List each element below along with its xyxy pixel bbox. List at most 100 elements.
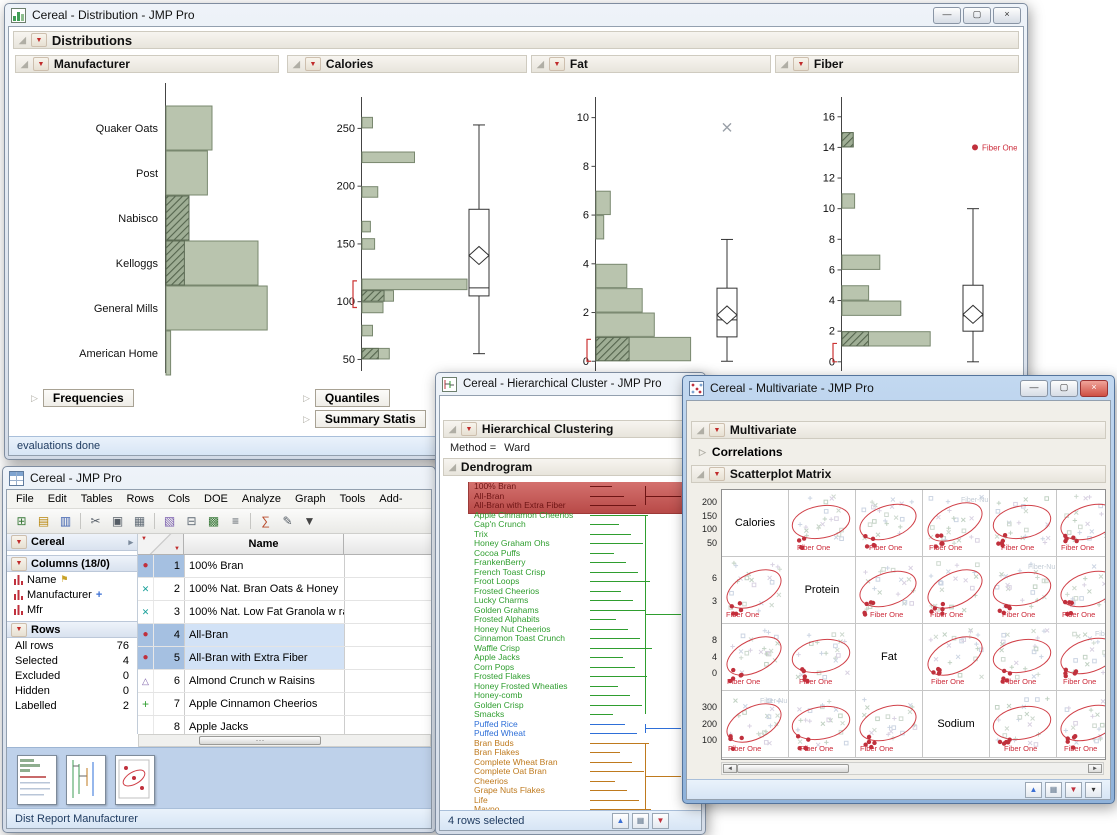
matrix-diagonal-cell[interactable]: Fat bbox=[856, 624, 923, 691]
row-name-cell[interactable]: All-Bran with Extra Fiber bbox=[185, 647, 345, 669]
table-titlebar[interactable]: Cereal - JMP Pro bbox=[3, 467, 435, 489]
dendrogram-leaves[interactable]: 100% BranAll-BranAll-Bran with Extra Fib… bbox=[440, 482, 701, 810]
matrix-scatter-cell[interactable]: Fiber One bbox=[923, 557, 990, 624]
row-name-cell[interactable]: Almond Crunch w Raisins bbox=[185, 670, 345, 692]
dendrogram-leaf[interactable]: Froot Loops bbox=[474, 577, 519, 586]
dendrogram-leaf[interactable]: Grape Nuts Flakes bbox=[474, 786, 545, 795]
matrix-scatter-cell[interactable]: Fiber One bbox=[789, 490, 856, 557]
calories-header[interactable]: ◢ ▼ Calories bbox=[287, 55, 527, 73]
matrix-scatter-cell[interactable]: Fiber One bbox=[1057, 557, 1106, 624]
disclosure-open-icon[interactable]: ◢ bbox=[781, 60, 788, 69]
dendrogram-leaf[interactable]: 100% Bran bbox=[474, 482, 516, 491]
red-triangle-status-icon[interactable]: ▼ bbox=[652, 813, 669, 829]
disclosure-closed-icon[interactable]: ▷ bbox=[31, 394, 38, 403]
manufacturer-chart[interactable]: Quaker OatsPostNabiscoKelloggsGeneral Mi… bbox=[15, 73, 279, 386]
dendrogram-leaf[interactable]: Honey Graham Ohs bbox=[474, 539, 550, 548]
maximize-button[interactable]: ▢ bbox=[1050, 380, 1078, 397]
disclosure-open-icon[interactable]: ◢ bbox=[697, 470, 704, 479]
row-name-cell[interactable]: 100% Nat. Low Fat Granola w raisi bbox=[185, 601, 345, 623]
row-stat-excluded[interactable]: Excluded0 bbox=[7, 668, 137, 683]
fiber-header[interactable]: ◢ ▼ Fiber bbox=[775, 55, 1019, 73]
dendrogram-leaf[interactable]: Lucky Charms bbox=[474, 596, 528, 605]
dendrogram-leaf[interactable]: Cinnamon Toast Crunch bbox=[474, 634, 565, 643]
matrix-scatter-cell[interactable]: Fiber One bbox=[856, 490, 923, 557]
close-button[interactable]: × bbox=[993, 7, 1021, 24]
calories-chart[interactable]: 50100150200250 bbox=[287, 73, 527, 386]
menu-cols[interactable]: Cols bbox=[168, 493, 190, 505]
scroll-right-arrow[interactable]: ► bbox=[1088, 764, 1102, 773]
dendrogram-leaf[interactable]: Smacks bbox=[474, 710, 504, 719]
multivariate-titlebar[interactable]: Cereal - Multivariate - JMP Pro — ▢ × bbox=[683, 376, 1114, 400]
matrix-scatter-cell[interactable]: Fiber One bbox=[789, 624, 856, 691]
dendrogram-outline-header[interactable]: ◢ Dendrogram bbox=[443, 458, 698, 476]
matrix-scatter-cell[interactable]: Fiber One bbox=[1057, 490, 1106, 557]
table-row[interactable]: +7Apple Cinnamon Cheerios bbox=[138, 693, 431, 716]
row-marker-cell[interactable]: ● bbox=[138, 624, 154, 646]
row-number-cell[interactable]: 3 bbox=[154, 601, 185, 623]
matrix-scatter-cell[interactable]: Fiber One bbox=[856, 557, 923, 624]
table-row[interactable]: ●5All-Bran with Extra Fiber bbox=[138, 647, 431, 670]
row-name-cell[interactable]: Apple Jacks bbox=[185, 716, 345, 734]
dendrogram-leaf[interactable]: Complete Oat Bran bbox=[474, 767, 547, 776]
table-horizontal-scrollbar[interactable] bbox=[138, 734, 431, 747]
quantiles-node[interactable]: Quantiles bbox=[315, 389, 390, 407]
window-cluster[interactable]: Cereal - Hierarchical Cluster - JMP Pro … bbox=[435, 372, 706, 835]
distribution-titlebar[interactable]: Cereal - Distribution - JMP Pro — ▢ × bbox=[5, 4, 1027, 26]
row-number-cell[interactable]: 4 bbox=[154, 624, 185, 646]
disclosure-closed-icon[interactable]: ▷ bbox=[303, 394, 310, 403]
disclosure-open-icon[interactable]: ◢ bbox=[449, 425, 456, 434]
fiber-chart[interactable]: 0246810121416Fiber One bbox=[775, 73, 1019, 386]
cluster-titlebar[interactable]: Cereal - Hierarchical Cluster - JMP Pro bbox=[436, 373, 705, 395]
table-panel-header[interactable]: ▼ Cereal ▸ bbox=[7, 534, 137, 551]
row-marker-cell[interactable]: ● bbox=[138, 555, 154, 577]
red-triangle-status-icon[interactable]: ▼ bbox=[1065, 782, 1082, 798]
disclosure-open-icon[interactable]: ◢ bbox=[449, 463, 456, 472]
matrix-diagonal-cell[interactable]: Calories bbox=[722, 490, 789, 557]
scatterplot-cells[interactable]: CaloriesFiber OneFiber OneFiber OneFiber… bbox=[721, 489, 1106, 760]
journal-icon[interactable]: ▧ bbox=[160, 512, 179, 531]
row-stat-selected[interactable]: Selected4 bbox=[7, 653, 137, 668]
matrix-horizontal-scrollbar[interactable]: ◄ ► bbox=[721, 762, 1104, 775]
row-stat-labelled[interactable]: Labelled2 bbox=[7, 698, 137, 713]
row-name-cell[interactable]: Apple Cinnamon Cheerios bbox=[185, 693, 345, 715]
menu-file[interactable]: File bbox=[16, 493, 34, 505]
chevron-right-icon[interactable]: ▸ bbox=[128, 537, 133, 548]
histogram-plot[interactable]: 0246810 bbox=[531, 73, 769, 381]
dendrogram-leaf[interactable]: Frosted Alphabits bbox=[474, 615, 540, 624]
disclosure-open-icon[interactable]: ◢ bbox=[293, 60, 300, 69]
columns-panel-header[interactable]: ▼ Columns (18/0) bbox=[7, 555, 137, 572]
dendrogram-leaf[interactable]: Frosted Flakes bbox=[474, 672, 530, 681]
bar-chart-plot[interactable]: Quaker OatsPostNabiscoKelloggsGeneral Mi… bbox=[15, 73, 277, 381]
menu-tools[interactable]: Tools bbox=[340, 493, 366, 505]
row-name-cell[interactable]: 100% Nat. Bran Oats & Honey bbox=[185, 578, 345, 600]
toolbar-more-icon[interactable]: ▼ bbox=[300, 512, 319, 531]
sort-icon[interactable]: ≡ bbox=[226, 512, 245, 531]
row-marker-cell[interactable]: ● bbox=[138, 647, 154, 669]
row-name-cell[interactable]: All-Bran bbox=[185, 624, 345, 646]
matrix-scatter-cell[interactable]: Fiber OneFiber-Nu bbox=[923, 490, 990, 557]
red-triangle-menu-icon[interactable]: ▼ bbox=[549, 57, 565, 71]
report-thumbnail-multivariate[interactable] bbox=[115, 755, 155, 805]
red-triangle-menu-icon[interactable]: ▼ bbox=[709, 467, 725, 481]
histogram-plot[interactable]: 0246810121416Fiber One bbox=[775, 73, 1017, 381]
matrix-scatter-cell[interactable]: Fiber One bbox=[789, 691, 856, 758]
red-triangle-menu-icon[interactable]: ▼ bbox=[11, 623, 27, 637]
columns-menu-icon[interactable]: ▼ bbox=[141, 536, 147, 542]
column-item-manufacturer[interactable]: Manufacturer+ bbox=[7, 587, 137, 602]
menu-tables[interactable]: Tables bbox=[81, 493, 113, 505]
table-row[interactable]: ✕3100% Nat. Low Fat Granola w raisi bbox=[138, 601, 431, 624]
matrix-scatter-cell[interactable]: Fiber One bbox=[990, 624, 1057, 691]
disclosure-closed-icon[interactable]: ▷ bbox=[303, 415, 310, 424]
menu-doe[interactable]: DOE bbox=[204, 493, 228, 505]
dendrogram-leaf[interactable]: Honey-comb bbox=[474, 691, 522, 700]
red-triangle-menu-icon[interactable]: ▼ bbox=[33, 57, 49, 71]
row-marker-cell[interactable] bbox=[138, 716, 154, 734]
multivariate-outline-header[interactable]: ◢ ▼ Multivariate bbox=[691, 421, 1106, 439]
dendrogram-leaf[interactable]: FrankenBerry bbox=[474, 558, 526, 567]
open-icon[interactable]: ▤ bbox=[34, 512, 53, 531]
matrix-diagonal-cell[interactable]: Sodium bbox=[923, 691, 990, 758]
column-item-name[interactable]: Name⚑ bbox=[7, 572, 137, 587]
grid-view-icon[interactable]: ▦ bbox=[1045, 782, 1062, 798]
matrix-scatter-cell[interactable]: Fiber One bbox=[1057, 691, 1106, 758]
row-number-cell[interactable]: 5 bbox=[154, 647, 185, 669]
